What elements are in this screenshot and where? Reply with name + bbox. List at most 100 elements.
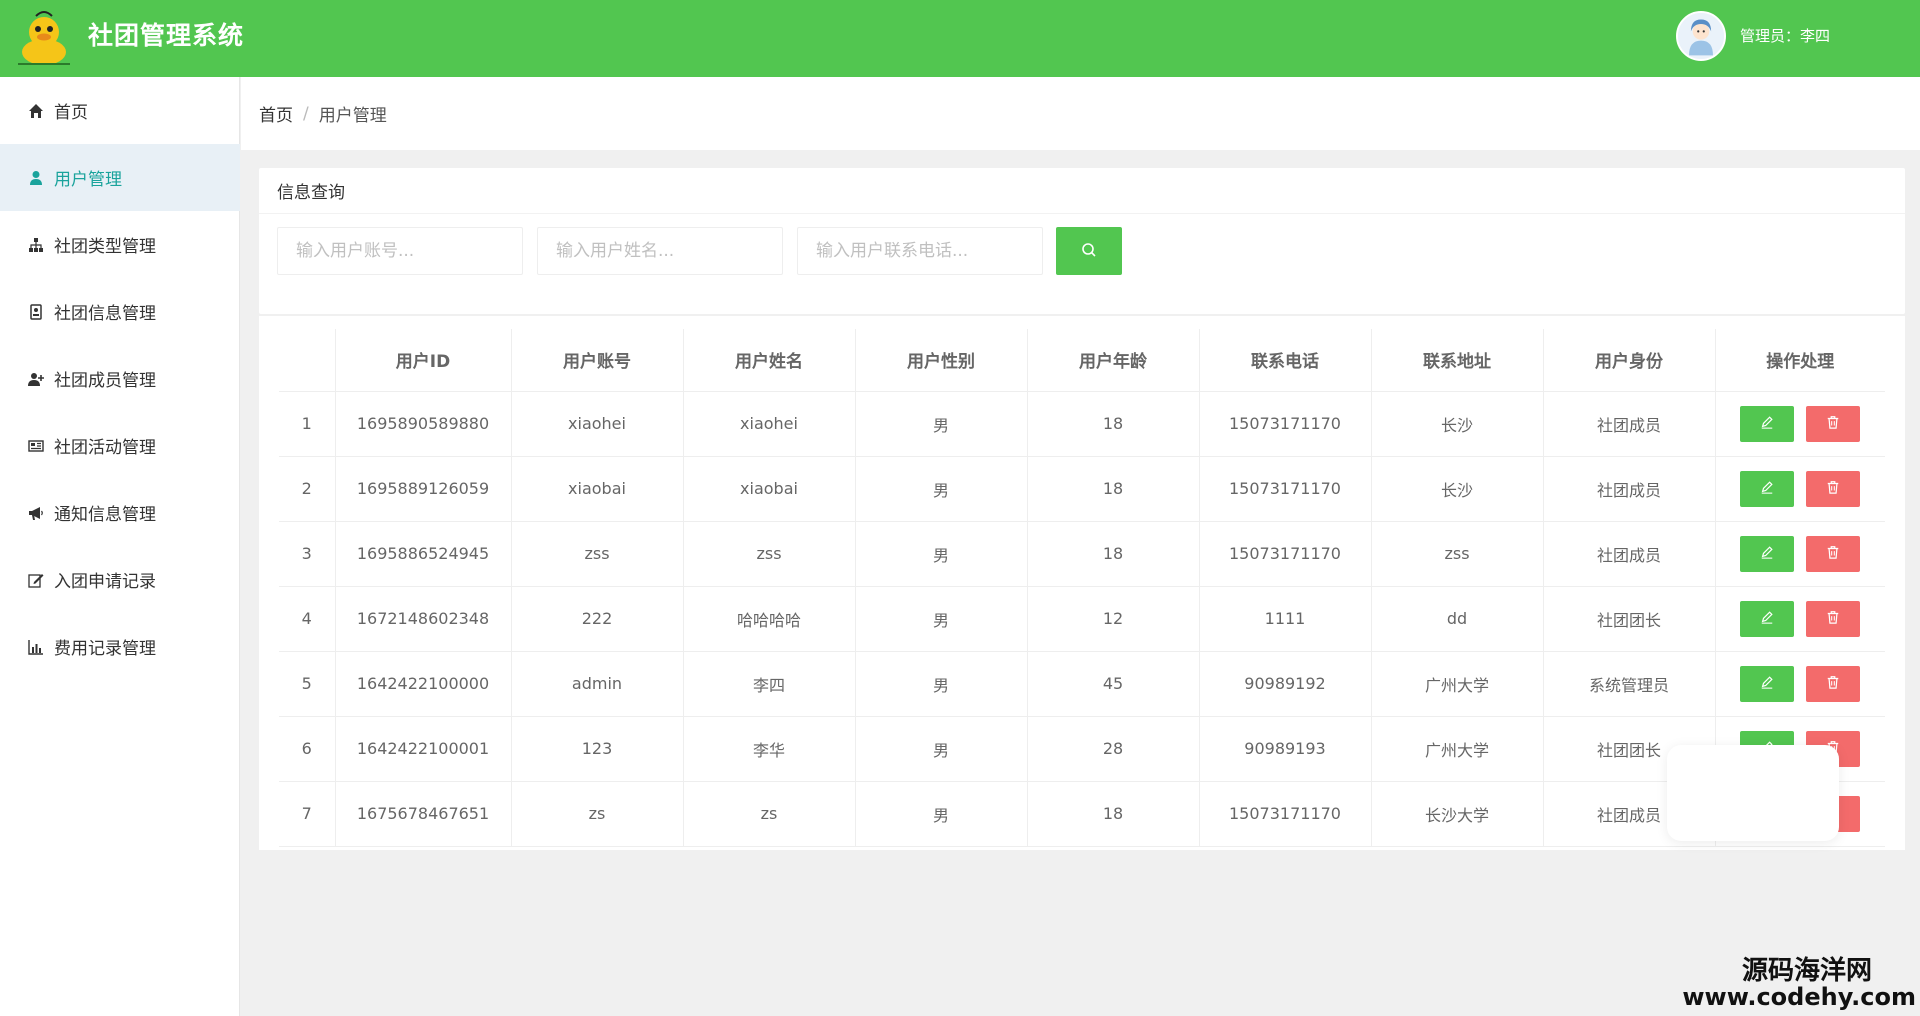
- admin-label[interactable]: 管理员：李四: [1740, 25, 1830, 46]
- cell-age: 12: [1027, 586, 1200, 652]
- sidebar-item-club-types[interactable]: 社团类型管理: [0, 211, 240, 278]
- watermark-title: 源码海洋网: [1741, 955, 1872, 986]
- cell-name: zs: [683, 781, 856, 847]
- id-card-icon: [24, 300, 48, 324]
- pencil-icon: [1760, 675, 1774, 692]
- cell-actions: [1715, 586, 1885, 652]
- account-search-input[interactable]: [277, 227, 523, 275]
- cell-no: 6: [279, 716, 336, 782]
- cell-role: 社团团长: [1543, 586, 1716, 652]
- cell-address: 广州大学: [1371, 716, 1544, 782]
- watermark: 源码海洋网 www.codehy.com: [1682, 955, 1916, 1011]
- cell-no: 2: [279, 456, 336, 522]
- avatar[interactable]: [1676, 11, 1726, 61]
- cell-name: xiaobai: [683, 456, 856, 522]
- user-table-panel: 用户ID 用户账号 用户姓名 用户性别 用户年龄 联系电话 联系地址 用户身份 …: [259, 316, 1905, 850]
- cell-role: 系统管理员: [1543, 651, 1716, 717]
- cell-id: 1642422100001: [335, 716, 512, 782]
- newspaper-icon: [24, 434, 48, 458]
- edit-button[interactable]: [1740, 405, 1795, 442]
- cell-role: 社团成员: [1543, 521, 1716, 587]
- sidebar-item-club-info[interactable]: 社团信息管理: [0, 278, 240, 345]
- cell-address: dd: [1371, 586, 1544, 652]
- edit-icon: [24, 568, 48, 592]
- table-row: 5 1642422100000 admin 李四男 45 90989192 广州大学 系统管理…: [279, 651, 1885, 717]
- sidebar-item-join-requests[interactable]: 入团申请记录: [0, 546, 240, 613]
- delete-button[interactable]: [1806, 405, 1861, 442]
- delete-button[interactable]: [1806, 600, 1861, 637]
- sidebar-item-club-members[interactable]: 社团成员管理: [0, 345, 240, 412]
- edit-button[interactable]: [1740, 665, 1795, 702]
- top-header: 社团管理系统 管理员：李四: [0, 0, 1920, 77]
- cell-address: zss: [1371, 521, 1544, 587]
- cell-id: 1675678467651: [335, 781, 512, 847]
- cell-account: zss: [511, 521, 684, 587]
- edit-button[interactable]: [1740, 600, 1795, 637]
- cell-address: 广州大学: [1371, 651, 1544, 717]
- user-icon: [24, 166, 48, 190]
- cell-no: 1: [279, 391, 336, 457]
- cell-account: admin: [511, 651, 684, 717]
- cell-age: 18: [1027, 456, 1200, 522]
- edit-button[interactable]: [1740, 535, 1795, 572]
- trash-icon: [1826, 610, 1840, 627]
- breadcrumb-current: 用户管理: [318, 106, 387, 126]
- cell-gender: 男: [855, 521, 1028, 587]
- watermark-url: www.codehy.com: [1682, 982, 1916, 1011]
- cell-account: xiaobai: [511, 456, 684, 522]
- table-row: 4 1672148602348 222 哈哈哈哈男 12 1111 dd 社团团长: [279, 586, 1885, 652]
- home-icon: [24, 99, 48, 123]
- cell-account: xiaohei: [511, 391, 684, 457]
- cell-gender: 男: [855, 586, 1028, 652]
- cell-gender: 男: [855, 716, 1028, 782]
- sidebar-item-home[interactable]: 首页: [0, 77, 240, 144]
- sidebar-item-notices[interactable]: 通知信息管理: [0, 479, 240, 546]
- cell-id: 1695889126059: [335, 456, 512, 522]
- search-button[interactable]: [1056, 227, 1122, 275]
- sidebar-item-label: 费用记录管理: [54, 639, 156, 659]
- edit-button[interactable]: [1740, 470, 1795, 507]
- sidebar: 首页 用户管理 社团类型管理 社团信息管理 社团成员管理 社团活动管理 通知信息…: [0, 77, 240, 1016]
- table-row: 1 1695890589880 xiaohei xiaohei 男 18 150731711…: [279, 391, 1885, 457]
- delete-button[interactable]: [1806, 470, 1861, 507]
- cell-address: 长沙: [1371, 391, 1544, 457]
- duck-logo-icon: [12, 6, 76, 68]
- cell-gender: 男: [855, 391, 1028, 457]
- cell-name: 哈哈哈哈: [683, 586, 856, 652]
- search-panel-title: 信息查询: [259, 168, 1905, 214]
- table-row: 7 1675678467651 zs zs 男 18 15073171170 长沙大学 社团成员: [279, 781, 1885, 847]
- name-search-input[interactable]: [537, 227, 783, 275]
- column-header: 联系地址: [1371, 329, 1544, 392]
- cell-actions: [1715, 651, 1885, 717]
- cell-account: 123: [511, 716, 684, 782]
- column-header: 用户ID: [335, 329, 512, 392]
- search-panel: 信息查询: [259, 168, 1905, 314]
- delete-button[interactable]: [1806, 535, 1861, 572]
- sidebar-item-fee-records[interactable]: 费用记录管理: [0, 613, 240, 680]
- delete-button[interactable]: [1806, 665, 1861, 702]
- column-header: 用户姓名: [683, 329, 856, 392]
- sidebar-item-users[interactable]: 用户管理: [0, 144, 240, 211]
- cell-name: xiaohei: [683, 391, 856, 457]
- user-table: 用户ID 用户账号 用户姓名 用户性别 用户年龄 联系电话 联系地址 用户身份 …: [279, 329, 1885, 847]
- cell-id: 1642422100000: [335, 651, 512, 717]
- column-header: 用户年龄: [1027, 329, 1200, 392]
- cell-age: 45: [1027, 651, 1200, 717]
- sidebar-item-label: 首页: [54, 103, 88, 123]
- column-header: 用户账号: [511, 329, 684, 392]
- floating-popup: [1667, 745, 1839, 841]
- cell-gender: 男: [855, 456, 1028, 522]
- user-plus-icon: [24, 367, 48, 391]
- breadcrumb-home[interactable]: 首页: [259, 101, 293, 126]
- trash-icon: [1826, 480, 1840, 497]
- column-header: [279, 329, 336, 392]
- sidebar-item-label: 社团成员管理: [54, 371, 156, 391]
- cell-age: 28: [1027, 716, 1200, 782]
- cell-gender: 男: [855, 651, 1028, 717]
- cell-gender: 男: [855, 781, 1028, 847]
- sidebar-item-label: 入团申请记录: [54, 572, 156, 592]
- table-row: 2 1695889126059 xiaobai xiaobai 男 18 150731711…: [279, 456, 1885, 522]
- breadcrumb: 首页 / 用户管理: [241, 77, 1920, 150]
- phone-search-input[interactable]: [797, 227, 1043, 275]
- sidebar-item-club-activities[interactable]: 社团活动管理: [0, 412, 240, 479]
